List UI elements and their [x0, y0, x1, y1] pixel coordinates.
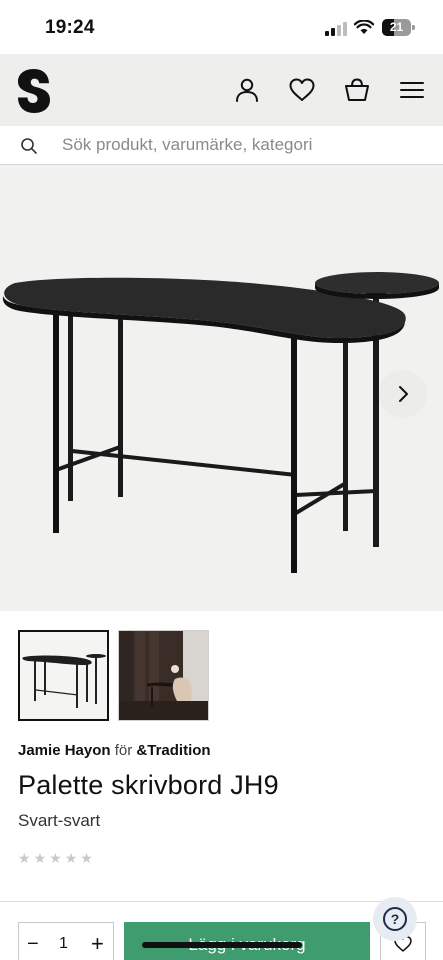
add-to-cart-button[interactable]: Lägg i varukorg	[124, 922, 370, 960]
s-brand-logo[interactable]	[16, 68, 52, 114]
thumbnail-desk-image	[22, 654, 106, 708]
quantity-decrease-button[interactable]: −	[27, 933, 39, 956]
site-header	[0, 54, 443, 126]
divider	[0, 901, 443, 902]
heart-icon[interactable]	[288, 76, 316, 104]
star-icon: ★	[80, 850, 93, 866]
brand-connector: för	[114, 742, 133, 759]
designer-link[interactable]: Jamie Hayon	[18, 742, 111, 759]
chevron-right-icon	[399, 386, 408, 402]
search-icon[interactable]	[20, 137, 38, 155]
star-icon: ★	[33, 850, 47, 866]
thumbnail-interior[interactable]	[118, 630, 209, 721]
product-variant: Svart-svart	[18, 811, 101, 830]
star-icon: ★	[49, 850, 62, 866]
desk-product-image	[2, 272, 439, 573]
product-title: Palette skrivbord JH9	[18, 770, 279, 800]
cellular-signal-icon	[325, 22, 347, 36]
quantity-increase-button[interactable]: +	[91, 931, 104, 957]
home-indicator	[142, 942, 302, 948]
brand-link[interactable]: &Tradition	[136, 742, 210, 759]
battery-level: 21	[389, 20, 404, 34]
product-image-main[interactable]	[0, 165, 443, 611]
bag-icon[interactable]	[343, 76, 371, 104]
product-brand-line: Jamie Hayon för &Tradition	[18, 742, 211, 759]
user-icon[interactable]	[233, 76, 261, 104]
menu-icon[interactable]	[398, 76, 426, 104]
rating-stars[interactable]: ★ ★ ★ ★ ★	[18, 849, 93, 867]
star-icon: ★	[64, 850, 78, 866]
quantity-value[interactable]: 1	[59, 935, 68, 953]
battery-icon: 21	[382, 19, 415, 36]
star-icon: ★	[18, 850, 31, 866]
quantity-stepper: − 1 +	[18, 922, 114, 960]
help-button[interactable]: ?	[373, 897, 417, 941]
next-image-button[interactable]	[379, 370, 427, 418]
status-time: 19:24	[45, 17, 95, 38]
search-bar	[0, 126, 443, 165]
thumbnail-desk[interactable]	[18, 630, 109, 721]
status-bar: 19:24 21	[0, 0, 443, 54]
question-icon: ?	[383, 907, 407, 931]
search-input[interactable]	[62, 132, 422, 158]
thumbnail-interior-image	[119, 631, 208, 720]
wifi-icon	[354, 20, 374, 34]
